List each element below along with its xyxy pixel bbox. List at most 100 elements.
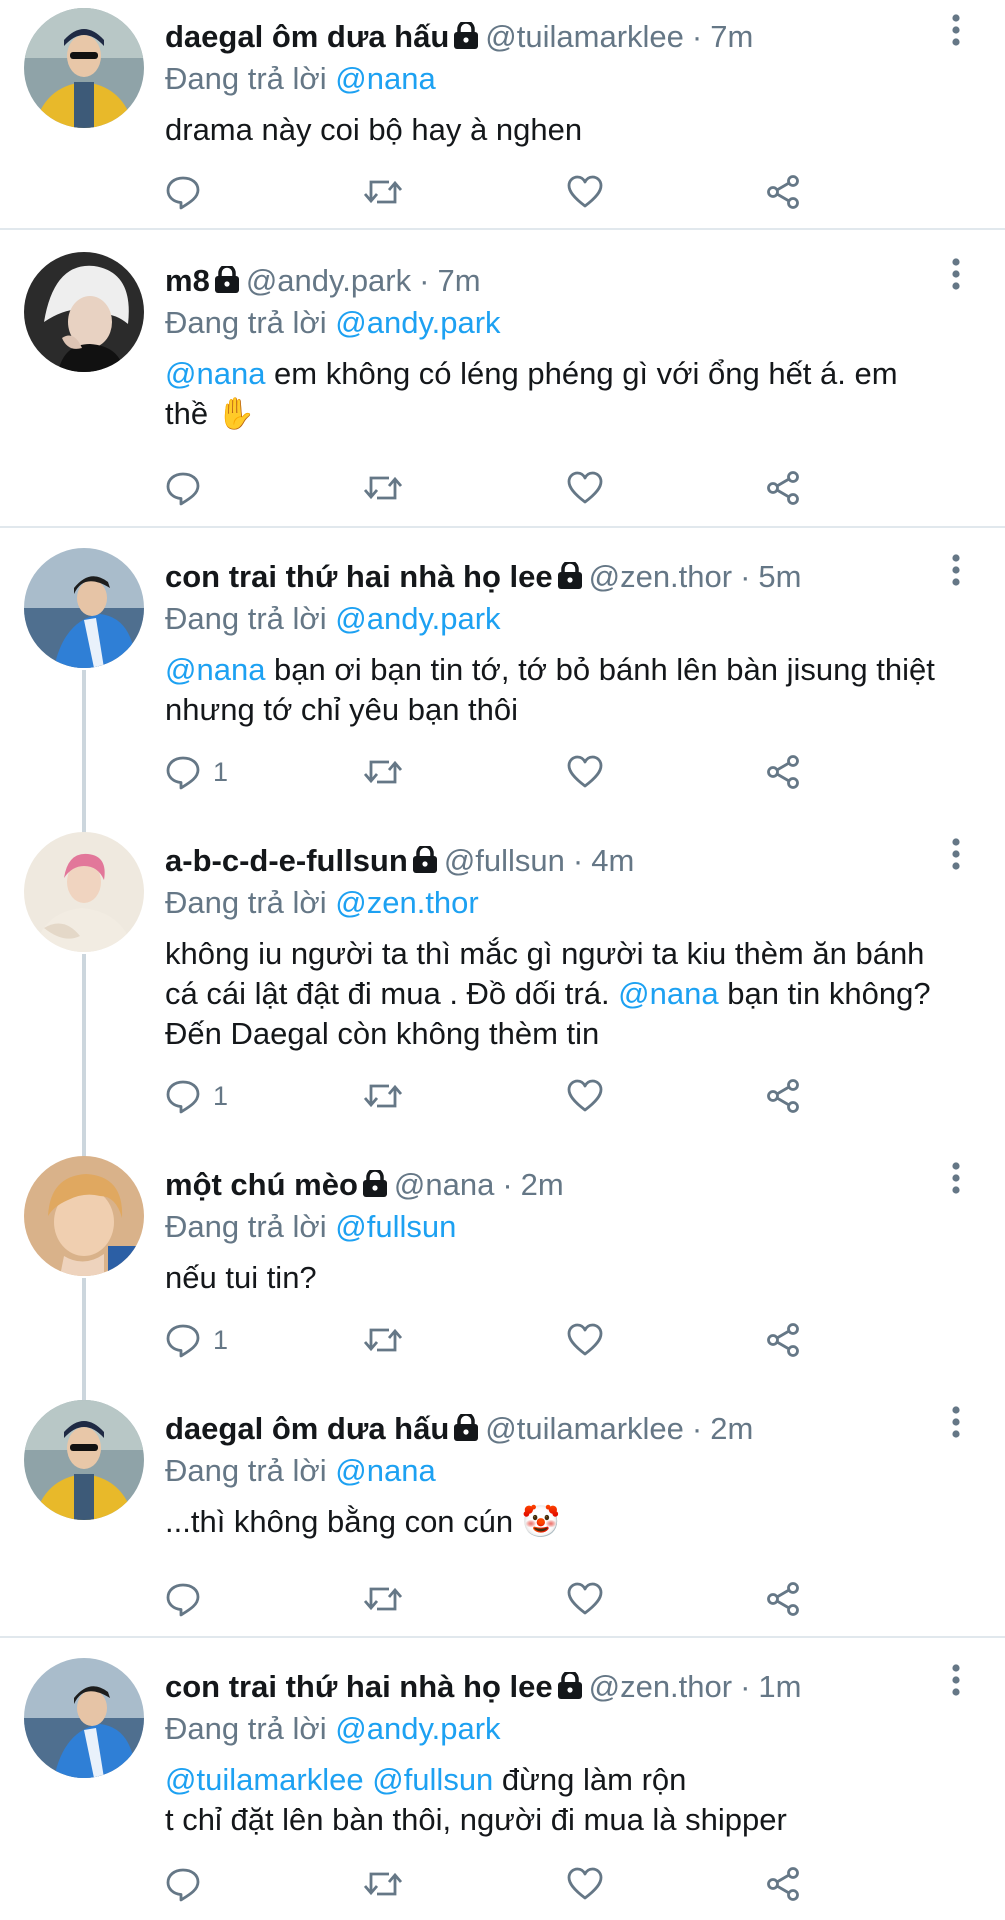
share-button[interactable] <box>765 1575 801 1623</box>
retweet-button[interactable] <box>363 168 403 216</box>
timestamp[interactable]: 7m <box>437 263 480 298</box>
user-handle[interactable]: @zen.thor <box>589 1669 732 1704</box>
tweet-text-part: em không có léng phéng gì với ổng hết á.… <box>165 356 898 431</box>
replying-to: Đang trả lời @nana <box>165 1452 945 1490</box>
like-button[interactable] <box>567 464 603 512</box>
share-button[interactable] <box>765 168 801 216</box>
display-name[interactable]: daegal ôm dưa hấu <box>165 1411 449 1446</box>
reply-icon <box>165 1866 201 1902</box>
tweet-content: một chú mèo @nana · 2m Đang trả lời @fullsun… <box>165 1162 945 1298</box>
retweet-button[interactable] <box>363 748 403 796</box>
timestamp[interactable]: 4m <box>591 843 634 878</box>
reply-button[interactable]: 1 <box>165 748 228 796</box>
retweet-button[interactable] <box>363 464 403 512</box>
replying-to-label: Đang trả lời <box>165 61 327 96</box>
timestamp[interactable]: 2m <box>521 1167 564 1202</box>
like-button[interactable] <box>567 1316 603 1364</box>
display-name[interactable]: con trai thứ hai nhà họ lee <box>165 1669 553 1704</box>
avatar-pink-hair-icon[interactable] <box>24 832 144 952</box>
user-handle[interactable]: @zen.thor <box>589 559 732 594</box>
reply-button[interactable] <box>165 1575 213 1623</box>
display-name[interactable]: m8 <box>165 263 210 298</box>
share-button[interactable] <box>765 1860 801 1908</box>
timestamp[interactable]: 1m <box>758 1669 801 1704</box>
timestamp[interactable]: 5m <box>758 559 801 594</box>
user-handle[interactable]: @andy.park <box>246 263 411 298</box>
avatar-blue-jacket-icon[interactable] <box>24 1658 144 1778</box>
replying-to-label: Đang trả lời <box>165 1711 327 1746</box>
like-button[interactable] <box>567 168 603 216</box>
reply-to-mention-link[interactable]: @fullsun <box>335 1209 456 1244</box>
retweet-icon <box>363 1078 403 1114</box>
more-options-icon[interactable] <box>951 1406 961 1443</box>
tweet-actions: 1 <box>165 748 815 796</box>
like-button[interactable] <box>567 1860 603 1908</box>
separator-dot: · <box>502 1167 513 1202</box>
reply-to-mention-link[interactable]: @andy.park <box>335 305 500 340</box>
like-button[interactable] <box>567 1575 603 1623</box>
separator-dot: · <box>740 559 751 594</box>
reply-to-mention-link[interactable]: @zen.thor <box>335 885 478 920</box>
more-options-icon[interactable] <box>951 554 961 591</box>
reply-icon <box>165 174 201 210</box>
reply-thread: daegal ôm dưa hấu @tuilamarklee · 7m Đang tr… <box>0 0 1005 1920</box>
retweet-button[interactable] <box>363 1072 403 1120</box>
user-handle[interactable]: @tuilamarklee <box>485 1411 684 1446</box>
lock-icon <box>453 17 479 63</box>
more-options-icon[interactable] <box>951 838 961 875</box>
share-button[interactable] <box>765 1316 801 1364</box>
retweet-button[interactable] <box>363 1575 403 1623</box>
display-name[interactable]: con trai thứ hai nhà họ lee <box>165 559 553 594</box>
more-options-icon[interactable] <box>951 1664 961 1701</box>
like-button[interactable] <box>567 1072 603 1120</box>
timestamp[interactable]: 2m <box>710 1411 753 1446</box>
separator-dot: · <box>691 1411 703 1446</box>
mention-link[interactable]: @nana <box>165 356 265 391</box>
more-options-icon[interactable] <box>951 14 961 51</box>
avatar-white-hair-icon[interactable] <box>24 252 144 372</box>
user-handle[interactable]: @tuilamarklee <box>485 19 684 54</box>
display-name[interactable]: a-b-c-d-e-fullsun <box>165 843 408 878</box>
reply-to-mention-link[interactable]: @andy.park <box>335 601 500 636</box>
avatar-yellow-jacket-icon[interactable] <box>24 1400 144 1520</box>
mention-link[interactable]: @tuilamarklee <box>165 1762 364 1797</box>
reply-icon <box>165 470 201 506</box>
timestamp[interactable]: 7m <box>710 19 753 54</box>
reply-count: 1 <box>213 756 229 787</box>
reply-button[interactable] <box>165 1860 213 1908</box>
like-button[interactable] <box>567 748 603 796</box>
more-options-icon[interactable] <box>951 1162 961 1199</box>
share-button[interactable] <box>765 1072 801 1120</box>
reply-to-mention-link[interactable]: @nana <box>335 61 435 96</box>
more-options-icon[interactable] <box>951 258 961 295</box>
reply-to-mention-link[interactable]: @nana <box>335 1453 435 1488</box>
display-name[interactable]: một chú mèo <box>165 1167 358 1202</box>
tweet-text-part: đừng làm rộn <box>493 1762 687 1797</box>
avatar-blonde-icon[interactable] <box>24 1156 144 1276</box>
tweet-text-part: drama này coi bộ hay à nghen <box>165 112 583 147</box>
reply-button[interactable] <box>165 168 213 216</box>
display-name[interactable]: daegal ôm dưa hấu <box>165 19 449 54</box>
retweet-button[interactable] <box>363 1860 403 1908</box>
share-button[interactable] <box>765 464 801 512</box>
retweet-button[interactable] <box>363 1316 403 1364</box>
mention-link[interactable]: @fullsun <box>372 1762 493 1797</box>
mention-link[interactable]: @nana <box>618 976 718 1011</box>
share-icon <box>765 1322 801 1358</box>
tweet-divider <box>0 1636 1005 1638</box>
tweet-header: daegal ôm dưa hấu @tuilamarklee · 2m <box>165 1406 945 1452</box>
tweet-text: @nana bạn ơi bạn tin tớ, tớ bỏ bánh lên … <box>165 650 945 730</box>
reply-button[interactable]: 1 <box>165 1072 228 1120</box>
retweet-icon <box>363 174 403 210</box>
reply-to-mention-link[interactable]: @andy.park <box>335 1711 500 1746</box>
tweet-text-part: ...thì không bằng con cún 🤡 <box>165 1504 561 1539</box>
avatar-blue-jacket-icon[interactable] <box>24 548 144 668</box>
share-button[interactable] <box>765 748 801 796</box>
reply-button[interactable]: 1 <box>165 1316 228 1364</box>
tweet-header: m8 @andy.park · 7m <box>165 258 945 304</box>
user-handle[interactable]: @fullsun <box>444 843 565 878</box>
reply-button[interactable] <box>165 464 213 512</box>
avatar-yellow-jacket-icon[interactable] <box>24 8 144 128</box>
user-handle[interactable]: @nana <box>394 1167 494 1202</box>
mention-link[interactable]: @nana <box>165 652 265 687</box>
